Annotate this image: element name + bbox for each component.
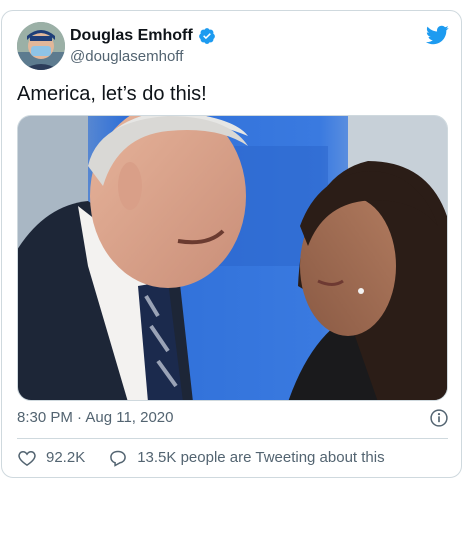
tweet-actions: 92.2K 13.5K people are Tweeting about th…: [17, 448, 385, 468]
conversation-label: 13.5K people are Tweeting about this: [137, 449, 385, 466]
info-icon[interactable]: [429, 408, 449, 428]
speech-bubble-icon: [110, 450, 127, 467]
tweet-photo[interactable]: [17, 115, 448, 401]
twitter-bird-icon[interactable]: [425, 23, 449, 47]
tweet-text: America, let’s do this!: [17, 83, 207, 105]
verified-badge-icon: [198, 28, 215, 44]
tweet-timestamp[interactable]: 8:30 PM · Aug 11, 2020: [17, 408, 174, 428]
conversation-action[interactable]: 13.5K people are Tweeting about this: [108, 448, 385, 468]
avatar-image: [17, 22, 65, 70]
avatar[interactable]: [17, 22, 65, 70]
divider: [17, 438, 448, 439]
tweet-card[interactable]: Douglas Emhoff @douglasemhoff America, l…: [1, 10, 462, 478]
like-count: 92.2K: [46, 449, 86, 466]
like-action[interactable]: 92.2K: [17, 448, 85, 468]
author-name[interactable]: Douglas Emhoff: [70, 26, 193, 46]
author-handle[interactable]: @douglasemhoff: [70, 47, 183, 67]
photo-image: [18, 116, 447, 400]
heart-icon: [18, 450, 36, 466]
